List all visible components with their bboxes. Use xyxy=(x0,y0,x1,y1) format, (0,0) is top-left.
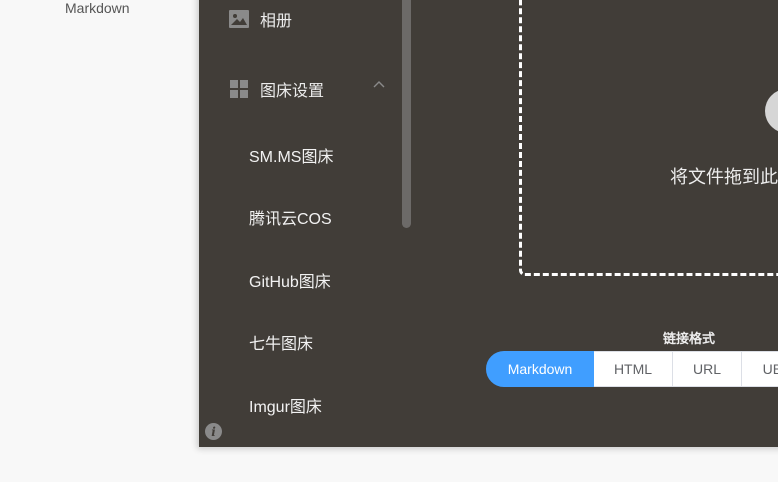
format-option-url[interactable]: URL xyxy=(673,351,742,387)
format-option-markdown[interactable]: Markdown xyxy=(486,351,594,387)
image-icon xyxy=(229,9,249,29)
screen: Markdown 相册 图床设置 SM.MS图床 腾讯云COS GitHub图床… xyxy=(0,0,778,482)
info-icon[interactable]: i xyxy=(205,423,222,440)
submenu-item-github[interactable]: GitHub图床 xyxy=(249,268,331,292)
link-format-label: 链接格式 xyxy=(663,332,716,347)
format-option-html[interactable]: HTML xyxy=(594,351,673,387)
sidebar-item-gallery[interactable]: 相册 xyxy=(229,7,292,31)
link-format-selector: Markdown HTML URL UBB xyxy=(486,351,778,387)
sidebar-scrollbar[interactable] xyxy=(402,0,411,228)
background-list-item[interactable]: Markdown xyxy=(65,0,130,16)
format-option-ubb[interactable]: UBB xyxy=(742,351,778,387)
sidebar-item-picbed-settings[interactable]: 图床设置 xyxy=(229,77,324,101)
sidebar-item-label: 相册 xyxy=(260,11,293,30)
grid-icon xyxy=(229,79,249,99)
submenu-item-qiniu[interactable]: 七牛图床 xyxy=(249,330,313,354)
dropzone-hint: 将文件拖到此 xyxy=(670,167,778,188)
submenu-item-smms[interactable]: SM.MS图床 xyxy=(249,143,333,167)
sidebar-item-label: 图床设置 xyxy=(260,81,325,100)
sidebar: 相册 图床设置 SM.MS图床 腾讯云COS GitHub图床 七牛图床 Img… xyxy=(199,0,415,447)
chevron-up-icon[interactable] xyxy=(373,79,385,89)
submenu-item-tencent-cos[interactable]: 腾讯云COS xyxy=(249,205,332,229)
submenu-item-imgur[interactable]: Imgur图床 xyxy=(249,393,322,417)
picgo-window: 相册 图床设置 SM.MS图床 腾讯云COS GitHub图床 七牛图床 Img… xyxy=(199,0,778,447)
upload-dropzone[interactable] xyxy=(519,0,778,276)
